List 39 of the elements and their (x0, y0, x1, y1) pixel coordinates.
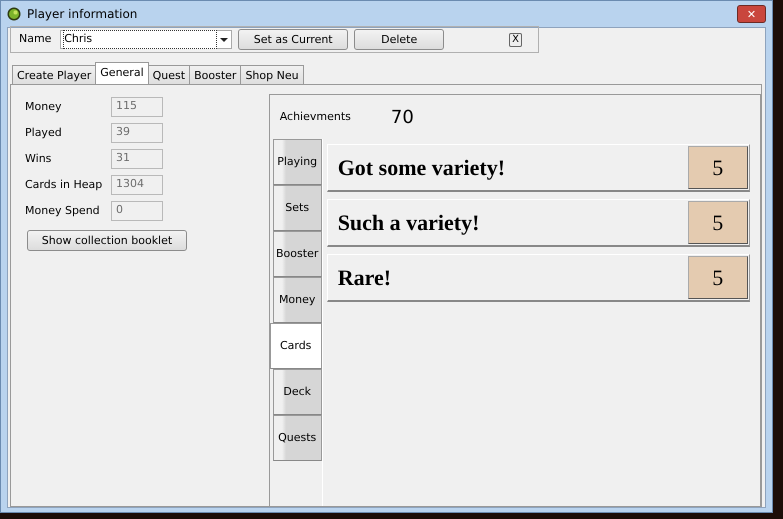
category-tab[interactable]: Deck (272, 369, 322, 415)
name-combobox[interactable]: Chris (60, 30, 232, 49)
achievements-label: Achievments (280, 108, 351, 125)
stat-label: Wins (25, 150, 52, 167)
close-button[interactable]: X (509, 32, 522, 46)
stat-label: Money (25, 98, 62, 115)
app-icon (7, 7, 21, 21)
name-label: Name (19, 31, 52, 48)
category-tab[interactable]: Booster (272, 231, 322, 277)
stat-label: Played (25, 124, 63, 141)
achievement-title: Such a variety! (338, 209, 480, 237)
stat-field[interactable]: 115 (111, 97, 163, 117)
toolbar-button[interactable]: Set as Current (238, 29, 348, 50)
stat-field[interactable]: 1304 (111, 175, 163, 195)
tab[interactable]: General (95, 62, 149, 84)
achievement-title: Got some variety! (338, 154, 506, 182)
category-tab[interactable]: Quests (272, 415, 322, 461)
points-badge: 5 (688, 256, 748, 299)
points-badge: 5 (688, 146, 748, 189)
close-button[interactable]: ✕ (737, 5, 766, 23)
category-tab[interactable]: Sets (272, 185, 322, 231)
points-badge: 5 (688, 201, 748, 244)
window-title: Player information (27, 6, 138, 23)
stat-field[interactable]: 31 (111, 149, 163, 169)
achievement-title: Rare! (338, 264, 392, 292)
category-tab[interactable]: Cards (270, 323, 322, 369)
stat-label: Cards in Heap (25, 176, 104, 193)
booklet-button[interactable]: Show collection booklet (27, 230, 187, 251)
toolbar-button[interactable]: Delete (354, 29, 444, 50)
category-tab[interactable]: Money (272, 277, 322, 323)
tab[interactable]: Shop Neu (240, 65, 304, 84)
stat-field[interactable]: 39 (111, 123, 163, 143)
tab[interactable]: Booster (189, 65, 242, 84)
achievements-total: 70 (390, 106, 414, 130)
tab[interactable]: Create Player (12, 65, 96, 84)
tab[interactable]: Quest (148, 65, 190, 84)
stat-label: Money Spend (25, 202, 101, 219)
category-tab[interactable]: Playing (272, 139, 322, 185)
stat-field[interactable]: 0 (111, 201, 163, 221)
